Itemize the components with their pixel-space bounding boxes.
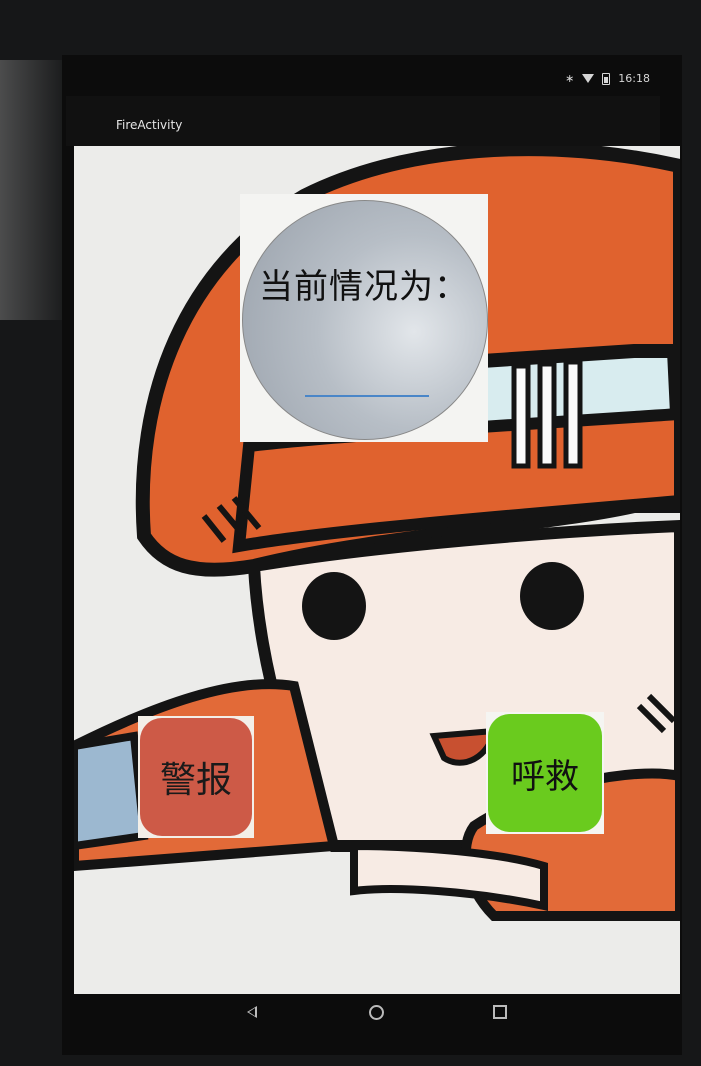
status-icons: ∗ 16:18 (565, 72, 650, 85)
help-button[interactable]: 呼救 (488, 714, 602, 832)
photo-glare (0, 60, 70, 320)
status-panel: 当前情况为： (240, 194, 488, 442)
app-bar: FireActivity (66, 96, 660, 146)
battery-icon (602, 72, 611, 85)
status-time: 16:18 (618, 72, 650, 85)
status-value-field[interactable] (305, 391, 429, 397)
content-area: 当前情况为： 警报 呼救 (74, 146, 680, 994)
navigation-bar (74, 994, 680, 1034)
recents-icon[interactable] (493, 1005, 507, 1019)
status-circle: 当前情况为： (242, 200, 488, 440)
alarm-button-frame: 警报 (138, 716, 254, 838)
app-title: FireActivity (116, 118, 183, 132)
help-button-frame: 呼救 (486, 712, 604, 834)
wifi-icon (582, 74, 595, 83)
alarm-button[interactable]: 警报 (140, 718, 252, 836)
status-bar: ∗ 16:18 (66, 66, 666, 94)
home-icon[interactable] (369, 1005, 384, 1020)
status-label: 当前情况为： (259, 267, 469, 307)
bluetooth-icon: ∗ (565, 72, 575, 85)
back-icon[interactable] (247, 1006, 257, 1018)
